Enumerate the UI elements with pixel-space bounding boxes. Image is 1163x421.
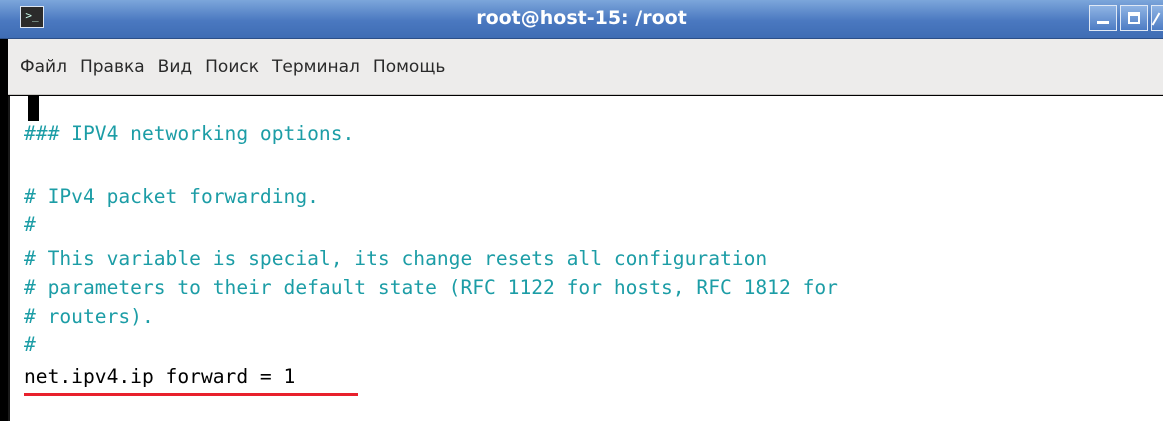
highlight-underline [24,393,358,396]
terminal-line-comment: # This variable is special, its change r… [24,247,768,270]
menu-view[interactable]: Вид [158,57,192,77]
minimize-icon[interactable] [1089,5,1117,31]
close-icon[interactable] [1151,5,1163,31]
terminal-line-comment: # routers). [24,305,154,328]
menu-bar: Файл Правка Вид Поиск Терминал Помощь [8,39,1163,95]
menu-terminal[interactable]: Терминал [272,57,360,77]
terminal-line-section-header: ### IPV4 networking options. [24,122,355,145]
menu-help[interactable]: Помощь [373,57,445,77]
menu-edit[interactable]: Правка [80,57,145,77]
title-bar[interactable]: >_ root@host-15: /root [0,0,1163,39]
menu-search[interactable]: Поиск [205,57,259,77]
terminal-line-comment: # [24,213,36,236]
menu-file[interactable]: Файл [20,57,67,77]
window-title: root@host-15: /root [476,7,687,29]
terminal-window: >_ root@host-15: /root Файл Правка Вид П… [0,0,1163,421]
terminal-line-comment: # IPv4 packet forwarding. [24,185,319,208]
terminal-output[interactable]: ### IPV4 networking options. # IPv4 pack… [8,96,1163,421]
maximize-icon[interactable] [1120,5,1148,31]
text-cursor [28,96,39,121]
terminal-line-comment: # [24,333,36,356]
terminal-line-ip-forward-setting: net.ipv4.ip forward = 1 [24,365,296,388]
window-controls [1089,5,1163,31]
terminal-line-comment: # parameters to their default state (RFC… [24,276,838,299]
